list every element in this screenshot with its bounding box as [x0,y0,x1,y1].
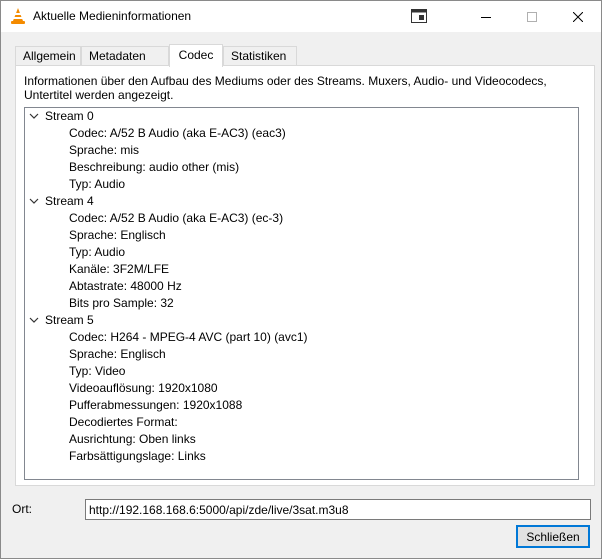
chevron-down-icon[interactable] [29,196,39,206]
tree-property-item[interactable]: Pufferabmessungen: 1920x1088 [25,397,578,414]
close-window-button[interactable] [555,1,601,32]
codec-panel: Informationen über den Aufbau des Medium… [15,65,595,486]
tab-metadaten[interactable]: Metadaten [81,46,169,66]
maximize-button[interactable] [509,1,555,32]
tree-property-item[interactable]: Typ: Audio [25,176,578,193]
tree-stream-label: Stream 0 [45,109,94,123]
tree-stream-node[interactable]: Stream 0 [25,108,578,125]
close-button[interactable]: Schließen [516,525,590,548]
codec-description: Informationen über den Aufbau des Medium… [24,74,547,102]
chevron-down-icon[interactable] [29,111,39,121]
tab-statistiken[interactable]: Statistiken [223,46,297,66]
tree-property-item[interactable]: Abtastrate: 48000 Hz [25,278,578,295]
maximize-icon [527,11,537,22]
tree-property-item[interactable]: Sprache: Englisch [25,346,578,363]
close-icon [573,11,583,22]
tree-property-item[interactable]: Farbsättigungslage: Links [25,448,578,465]
tree-property-item[interactable]: Sprache: mis [25,142,578,159]
title-bar[interactable]: Aktuelle Medieninformationen [1,1,601,32]
tree-property-item[interactable]: Typ: Audio [25,244,578,261]
tree-property-item[interactable]: Sprache: Englisch [25,227,578,244]
tree-property-item[interactable]: Videoauflösung: 1920x1080 [25,380,578,397]
minimize-icon [481,16,491,18]
tree-property-item[interactable]: Bits pro Sample: 32 [25,295,578,312]
stream-tree[interactable]: Stream 0 Codec: A/52 B Audio (aka E-AC3) … [24,107,579,480]
tree-property-item[interactable]: Typ: Video [25,363,578,380]
tree-property-item[interactable]: Codec: H264 - MPEG-4 AVC (part 10) (avc1… [25,329,578,346]
tree-stream-node[interactable]: Stream 4 [25,193,578,210]
minimize-button[interactable] [463,1,509,32]
tab-allgemein[interactable]: Allgemein [15,46,81,66]
tree-property-item[interactable]: Decodiertes Format: [25,414,578,431]
tree-stream-label: Stream 5 [45,313,94,327]
tree-property-item[interactable]: Codec: A/52 B Audio (aka E-AC3) (ec-3) [25,210,578,227]
tree-property-item[interactable]: Kanäle: 3F2M/LFE [25,261,578,278]
window-menu-icon[interactable] [411,9,427,23]
location-label: Ort: [12,502,32,516]
media-info-window: Aktuelle Medieninformationen Allgemein M… [0,0,602,559]
location-field[interactable] [85,499,591,520]
tree-stream-node[interactable]: Stream 5 [25,312,578,329]
tree-property-item[interactable]: Beschreibung: audio other (mis) [25,159,578,176]
chevron-down-icon[interactable] [29,315,39,325]
tree-stream-label: Stream 4 [45,194,94,208]
tab-codec[interactable]: Codec [169,44,223,67]
window-title: Aktuelle Medieninformationen [33,9,192,23]
tree-property-item[interactable]: Ausrichtung: Oben links [25,431,578,448]
tab-bar: Allgemein Metadaten Codec Statistiken [15,44,595,67]
tree-property-item[interactable]: Codec: A/52 B Audio (aka E-AC3) (eac3) [25,125,578,142]
vlc-cone-icon [11,8,25,24]
